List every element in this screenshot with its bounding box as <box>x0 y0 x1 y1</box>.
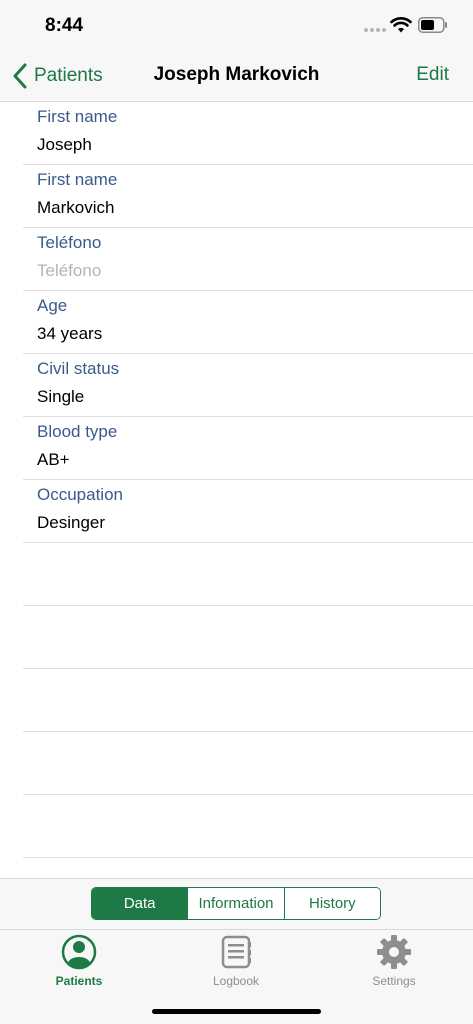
tab-patients[interactable]: Patients <box>24 934 134 992</box>
edit-button[interactable]: Edit <box>416 64 449 86</box>
field-value: AB+ <box>37 450 70 469</box>
field-value: Joseph <box>37 135 92 154</box>
logbook-icon <box>221 935 251 969</box>
tab-label: Logbook <box>212 974 260 988</box>
field-placeholder: Teléfono <box>37 261 102 280</box>
home-indicator[interactable] <box>152 1009 321 1014</box>
segment-history[interactable]: History <box>284 888 380 919</box>
field-civil-status[interactable]: Civil status Single <box>23 354 473 417</box>
person-icon <box>61 934 97 970</box>
field-first-name[interactable]: First name Joseph <box>23 102 473 165</box>
field-blood-type[interactable]: Blood type AB+ <box>23 417 473 480</box>
field-label: Civil status <box>37 359 120 378</box>
field-label: Occupation <box>37 485 123 504</box>
field-value: Markovich <box>37 198 115 217</box>
field-value: Single <box>37 387 85 406</box>
status-bar: 8:44 <box>0 0 473 50</box>
tab-logbook[interactable]: Logbook <box>181 934 291 992</box>
field-telefono[interactable]: Teléfono Teléfono <box>23 228 473 291</box>
field-label: First name <box>37 170 118 189</box>
segment-information[interactable]: Information <box>188 888 285 919</box>
empty-list-row <box>23 795 473 858</box>
field-value: 34 years <box>37 324 103 343</box>
navigation-bar: Patients Joseph Markovich Edit <box>0 50 473 102</box>
back-button-label: Patients <box>34 65 103 86</box>
patient-detail-screen: 8:44 Patients Joseph Markovich Edit Firs… <box>0 0 473 1024</box>
tab-label: Patients <box>55 974 103 988</box>
back-button[interactable]: Patients <box>12 62 103 90</box>
chevron-left-icon <box>13 63 27 89</box>
status-time: 8:44 <box>45 15 84 36</box>
field-label: First name <box>37 107 118 126</box>
empty-list-row <box>23 732 473 795</box>
segment-data[interactable]: Data <box>92 888 189 919</box>
tab-label: Settings <box>372 974 416 988</box>
gear-icon <box>377 935 411 969</box>
patient-field-list: First name Joseph First name Markovich T… <box>0 102 473 858</box>
battery-icon <box>418 17 447 33</box>
empty-list-row <box>23 606 473 669</box>
field-last-name[interactable]: First name Markovich <box>23 165 473 228</box>
segment-toolbar: Data Information History <box>0 878 473 929</box>
field-age[interactable]: Age 34 years <box>23 291 473 354</box>
field-value: Desinger <box>37 513 106 532</box>
tab-settings[interactable]: Settings <box>339 934 449 992</box>
field-label: Age <box>37 296 68 315</box>
field-label: Teléfono <box>37 233 102 252</box>
cellular-signal-icon <box>364 28 386 32</box>
empty-list-row <box>23 669 473 732</box>
field-occupation[interactable]: Occupation Desinger <box>23 480 473 543</box>
wifi-icon <box>390 17 412 33</box>
field-label: Blood type <box>37 422 118 441</box>
segmented-control: Data Information History <box>91 887 381 920</box>
tab-bar: Patients Logbook Settings <box>0 929 473 1024</box>
empty-list-row <box>23 543 473 606</box>
